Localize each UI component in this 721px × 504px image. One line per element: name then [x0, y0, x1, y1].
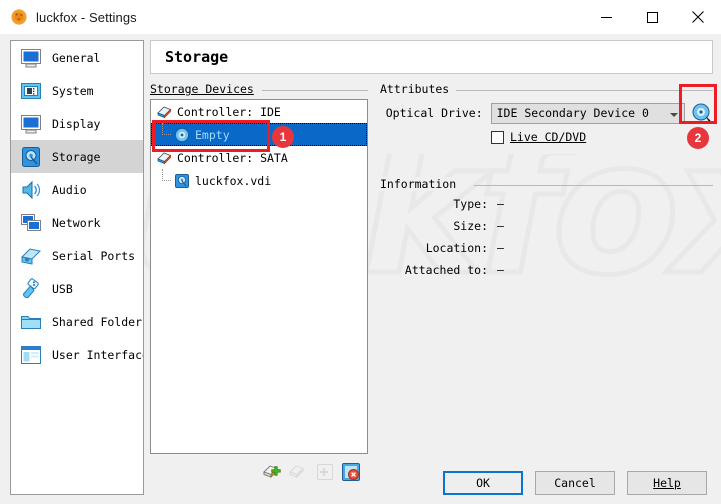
sidebar-item-label: Audio [52, 182, 87, 197]
group-rule [456, 90, 713, 91]
tree-row-label: Empty [195, 127, 230, 142]
info-row-attached-to: Attached to: — [380, 263, 504, 277]
storage-devices-group: Storage Devices Controller: IDE Empty Co… [150, 82, 368, 487]
info-key: Type: [453, 197, 488, 211]
network-icon [19, 211, 43, 235]
chevron-down-icon [670, 112, 679, 117]
info-value: — [497, 241, 504, 255]
optical-disc-icon [174, 127, 190, 143]
tree-row-controller-sata[interactable]: Controller: SATA [151, 146, 367, 169]
optical-drive-value: IDE Secondary Device 0 [496, 106, 649, 120]
storage-devices-tree[interactable]: Controller: IDE Empty Controller: SATA l… [150, 99, 368, 454]
sidebar-item-network[interactable]: Network [11, 206, 143, 239]
window-controls [583, 0, 721, 34]
title-bar-left: luckfox - Settings [10, 0, 137, 34]
sidebar-item-storage[interactable]: Storage [11, 140, 143, 173]
sidebar-item-audio[interactable]: Audio [11, 173, 143, 206]
information-group: Information Type: — Size: — Location: — … [380, 177, 713, 287]
folder-icon [19, 310, 43, 334]
maximize-button[interactable] [629, 0, 675, 34]
group-rule [474, 185, 713, 186]
sidebar-item-label: User Interface [52, 347, 144, 362]
info-value: — [497, 197, 504, 211]
sidebar-item-label: Shared Folders [52, 314, 144, 329]
tree-branch-line [162, 169, 171, 181]
annotation-badge-1: 1 [272, 126, 294, 148]
optical-drive-select[interactable]: IDE Secondary Device 0 [490, 102, 686, 124]
live-cd-label: Live CD/DVD [510, 130, 587, 144]
hard-disk-icon [174, 173, 190, 189]
title-bar: luckfox - Settings [0, 0, 721, 34]
settings-window: luckfox - Settings luckfox [0, 0, 721, 504]
sidebar-item-user-interface[interactable]: User Interface [11, 338, 143, 371]
settings-body: luckfox General [0, 34, 721, 504]
storage-devices-label: Storage Devices [150, 82, 260, 96]
sidebar-item-label: Serial Ports [52, 248, 136, 263]
sidebar-item-label: USB [52, 281, 73, 296]
info-key: Size: [453, 219, 488, 233]
sidebar-item-label: Display [52, 116, 101, 131]
group-rule [262, 90, 368, 91]
live-cd-checkbox[interactable] [491, 130, 504, 144]
optical-drive-label: Optical Drive: [385, 106, 483, 120]
sidebar-item-shared-folders[interactable]: Shared Folders [11, 305, 143, 338]
tree-row-label: Controller: IDE [177, 104, 281, 119]
tree-row-label: Controller: SATA [177, 150, 288, 165]
harddisk-icon [19, 145, 43, 169]
sidebar-item-label: System [52, 83, 94, 98]
window-title: luckfox - Settings [36, 9, 137, 25]
sidebar-item-system[interactable]: System [11, 74, 143, 107]
user-interface-icon [19, 343, 43, 367]
minimize-button[interactable] [583, 0, 629, 34]
help-button[interactable]: Help [627, 471, 707, 495]
information-label: Information [380, 177, 463, 191]
cancel-button[interactable]: Cancel [535, 471, 615, 495]
dialog-footer: OK Cancel Help [0, 462, 721, 504]
tree-row-controller-ide[interactable]: Controller: IDE [151, 100, 367, 123]
live-cd-row[interactable]: Live CD/DVD [491, 130, 586, 144]
info-key: Attached to: [404, 263, 488, 277]
sidebar-item-label: Storage [52, 149, 101, 164]
display-icon [19, 112, 43, 136]
serial-port-icon [19, 244, 43, 268]
sidebar-item-usb[interactable]: USB [11, 272, 143, 305]
speaker-icon [19, 178, 43, 202]
sidebar-item-label: General [52, 50, 101, 65]
sidebar-item-display[interactable]: Display [11, 107, 143, 140]
ok-button[interactable]: OK [443, 471, 523, 495]
tree-row-empty[interactable]: Empty [151, 123, 367, 146]
sata-controller-icon [156, 150, 172, 166]
help-button-label: Help [653, 476, 681, 490]
info-row-type: Type: — [380, 197, 504, 211]
close-button[interactable] [675, 0, 721, 34]
info-row-size: Size: — [380, 219, 504, 233]
usb-icon [19, 277, 43, 301]
sidebar-item-general[interactable]: General [11, 41, 143, 74]
tree-row-label: luckfox.vdi [195, 173, 272, 188]
motherboard-icon [19, 79, 43, 103]
info-key: Location: [425, 241, 488, 255]
sidebar-item-label: Network [52, 215, 101, 230]
monitor-icon [19, 46, 43, 70]
optical-disc-browse-icon[interactable] [691, 102, 713, 124]
settings-category-list[interactable]: General System Display Storage Audio Net… [10, 40, 144, 495]
ide-controller-icon [156, 104, 172, 120]
annotation-badge-2: 2 [687, 127, 709, 149]
info-row-location: Location: — [380, 241, 504, 255]
tree-row-luckfox-vdi[interactable]: luckfox.vdi [151, 169, 367, 192]
attributes-label: Attributes [380, 82, 456, 96]
sidebar-item-serial-ports[interactable]: Serial Ports [11, 239, 143, 272]
tree-branch-line [162, 123, 171, 135]
virtualbox-icon [10, 8, 28, 26]
info-value: — [497, 219, 504, 233]
optical-drive-row: Optical Drive: IDE Secondary Device 0 [380, 102, 713, 124]
settings-main-panel: Storage Storage Devices Controller: IDE … [150, 40, 713, 495]
info-value: — [497, 263, 504, 277]
page-title: Storage [165, 48, 229, 66]
page-header: Storage [150, 40, 713, 74]
attributes-group: Attributes Optical Drive: IDE Secondary … [380, 82, 713, 172]
